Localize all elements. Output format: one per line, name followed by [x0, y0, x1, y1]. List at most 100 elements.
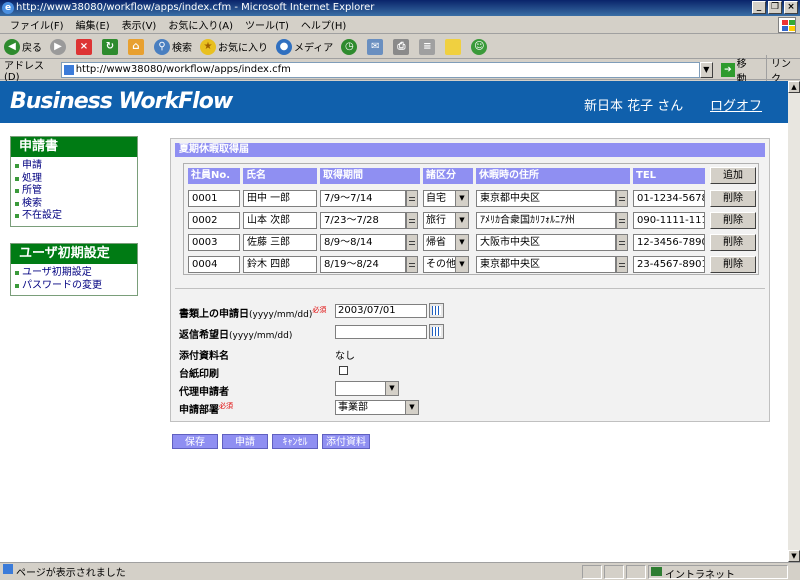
row2-address[interactable]: ｱﾒﾘｶ合衆国ｶﾘﾌｫﾙﾆｱ州	[476, 212, 616, 229]
row2-period-spinner[interactable]	[406, 212, 418, 229]
row1-period-spinner[interactable]	[406, 190, 418, 207]
row4-name[interactable]: 鈴木 四郎	[243, 256, 317, 273]
row2-period[interactable]: 7/23〜7/28	[320, 212, 406, 229]
vertical-scrollbar[interactable]: ▲ ▼	[788, 81, 800, 562]
row2-name[interactable]: 山本 次郎	[243, 212, 317, 229]
row1-delete-button[interactable]: 削除	[710, 190, 756, 207]
proxy-label: 代理申請者	[179, 387, 229, 398]
calendar-icon[interactable]	[429, 303, 444, 318]
minimize-button[interactable]: _	[752, 1, 766, 14]
nav-item-apply[interactable]: 申請	[15, 160, 137, 173]
media-label: メディア	[294, 43, 334, 54]
restore-button[interactable]: ❐	[768, 1, 782, 14]
proxy-select[interactable]: ▼	[335, 381, 399, 396]
address-input[interactable]: http://www38080/workflow/apps/index.cfm	[60, 61, 700, 78]
go-label: 移動	[736, 58, 747, 85]
dept-select[interactable]: 事業部 ▼	[335, 400, 419, 415]
row4-period-spinner[interactable]	[406, 256, 418, 273]
discuss-button[interactable]	[445, 38, 463, 55]
media-icon: ●	[276, 38, 292, 55]
nav-item-process[interactable]: 処理	[15, 173, 137, 186]
menu-edit[interactable]: 編集(E)	[70, 17, 116, 32]
row2-tel[interactable]: 090-1111-1111	[633, 212, 705, 229]
row1-address-spinner[interactable]	[616, 190, 628, 207]
row1-no[interactable]: 0001	[188, 190, 240, 207]
row3-address-spinner[interactable]	[616, 234, 628, 251]
address-dropdown[interactable]: ▼	[699, 61, 714, 78]
stop-icon: ×	[76, 38, 92, 55]
messenger-button[interactable]: ☺	[471, 38, 489, 55]
calendar-icon[interactable]	[429, 324, 444, 339]
back-label: 戻る	[22, 43, 42, 54]
nav-item-user-settings[interactable]: ユーザ初期設定	[15, 267, 137, 280]
submit-button[interactable]: 申請	[222, 434, 268, 449]
edit-button[interactable]: ≡	[419, 38, 437, 55]
row3-no[interactable]: 0003	[188, 234, 240, 251]
apply-date-input[interactable]: 2003/07/01	[335, 304, 427, 318]
scroll-down-button[interactable]: ▼	[788, 550, 800, 562]
back-button[interactable]: ◀ 戻る	[4, 38, 42, 55]
row4-address[interactable]: 東京都中央区	[476, 256, 616, 273]
row3-period[interactable]: 8/9〜8/14	[320, 234, 406, 251]
row4-delete-button[interactable]: 削除	[710, 256, 756, 273]
chevron-down-icon: ▼	[455, 191, 468, 206]
row1-name[interactable]: 田中 一郎	[243, 190, 317, 207]
dept-value: 事業部	[338, 402, 368, 413]
row4-address-spinner[interactable]	[616, 256, 628, 273]
row4-no[interactable]: 0004	[188, 256, 240, 273]
add-button[interactable]: 追加	[710, 167, 756, 184]
cancel-button[interactable]: ｷｬﾝｾﾙ	[272, 434, 318, 449]
logout-link[interactable]: ログオフ	[710, 95, 762, 114]
status-segment	[626, 564, 646, 579]
row1-tel[interactable]: 01-1234-5678	[633, 190, 705, 207]
row3-category-select[interactable]: 帰省 ▼	[423, 234, 469, 251]
menu-tools[interactable]: ツール(T)	[239, 17, 295, 32]
row2-address-spinner[interactable]	[616, 212, 628, 229]
forward-arrow-icon: ▶	[50, 38, 66, 55]
go-button[interactable]: ➔ 移動	[721, 55, 756, 85]
history-button[interactable]: ◷	[341, 38, 359, 55]
menu-favorites[interactable]: お気に入り(A)	[162, 17, 239, 32]
nav-item-password[interactable]: パスワードの変更	[15, 280, 137, 293]
attachment-button[interactable]: 添付資料	[322, 434, 370, 449]
row4-period[interactable]: 8/19〜8/24	[320, 256, 406, 273]
links-button[interactable]: リンク	[765, 54, 800, 85]
row1-address[interactable]: 東京都中央区	[476, 190, 616, 207]
stop-button[interactable]: ×	[76, 38, 94, 55]
row2-delete-button[interactable]: 削除	[710, 212, 756, 229]
scroll-up-button[interactable]: ▲	[788, 81, 800, 93]
media-button[interactable]: ● メディア	[276, 38, 334, 55]
row2-no[interactable]: 0002	[188, 212, 240, 229]
app-logo: Business WorkFlow	[10, 89, 233, 114]
menu-help[interactable]: ヘルプ(H)	[295, 17, 352, 32]
favorites-label: お気に入り	[218, 43, 268, 54]
row1-category-select[interactable]: 自宅 ▼	[423, 190, 469, 207]
save-button[interactable]: 保存	[172, 434, 218, 449]
row3-delete-button[interactable]: 削除	[710, 234, 756, 251]
close-button[interactable]: ×	[784, 1, 798, 14]
row3-address[interactable]: 大阪市中央区	[476, 234, 616, 251]
print-button[interactable]: ⎙	[393, 38, 411, 55]
nav-item-jurisdiction[interactable]: 所管	[15, 185, 137, 198]
row2-category-value: 旅行	[426, 215, 446, 226]
row2-category-select[interactable]: 旅行 ▼	[423, 212, 469, 229]
row4-tel[interactable]: 23-4567-8901	[633, 256, 705, 273]
nav-item-search[interactable]: 検索	[15, 198, 137, 211]
row3-tel[interactable]: 12-3456-7890	[633, 234, 705, 251]
row4-category-select[interactable]: その他 ▼	[423, 256, 469, 273]
go-arrow-icon: ➔	[721, 62, 735, 77]
favorites-button[interactable]: ★ お気に入り	[200, 38, 268, 55]
row3-name[interactable]: 佐藤 三郎	[243, 234, 317, 251]
menu-file[interactable]: ファイル(F)	[4, 17, 70, 32]
refresh-button[interactable]: ↻	[102, 38, 120, 55]
home-button[interactable]: ⌂	[128, 38, 146, 55]
reply-date-input[interactable]	[335, 325, 427, 339]
menu-view[interactable]: 表示(V)	[116, 17, 163, 32]
nav-item-absence[interactable]: 不在設定	[15, 210, 137, 223]
row1-period[interactable]: 7/9〜7/14	[320, 190, 406, 207]
row3-period-spinner[interactable]	[406, 234, 418, 251]
print-checkbox[interactable]	[339, 366, 348, 375]
search-button[interactable]: ⚲ 検索	[154, 38, 192, 55]
forward-button[interactable]: ▶	[50, 38, 68, 55]
mail-button[interactable]: ✉	[367, 38, 385, 55]
